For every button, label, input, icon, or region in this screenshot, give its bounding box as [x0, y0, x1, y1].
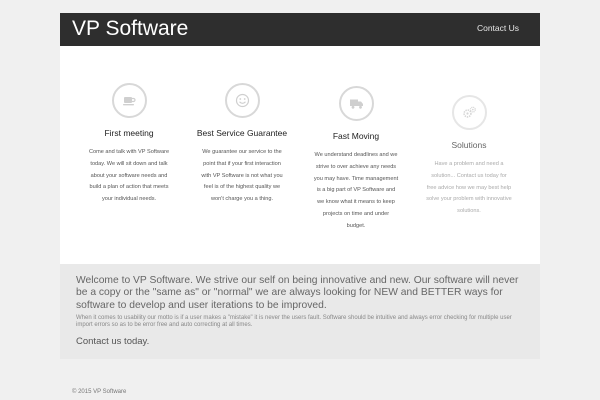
- feature-description: Have a problem and need a solution... Co…: [426, 161, 512, 215]
- feature-first-meeting: First meeting Come and talk with VP Soft…: [74, 83, 184, 206]
- feature-best-service: Best Service Guarantee We guarantee our …: [187, 83, 297, 206]
- feature-fast-moving: Fast Moving We understand deadlines and …: [301, 86, 411, 233]
- feature-title: First meeting: [104, 128, 154, 138]
- feature-title: Solutions: [451, 140, 487, 150]
- feature-solutions: Solutions Have a problem and need a solu…: [414, 95, 524, 218]
- contact-us-today-link[interactable]: Contact us today.: [76, 336, 149, 347]
- coffee-cup-icon: [111, 83, 147, 118]
- nav-contact-us-link[interactable]: Contact Us: [477, 23, 519, 33]
- feature-title: Best Service Guarantee: [196, 128, 288, 138]
- feature-title: Fast Moving: [332, 131, 380, 141]
- feature-description: Come and talk with VP Software today. We…: [88, 149, 170, 203]
- welcome-lead-text: Welcome to VP Software. We strive our se…: [76, 275, 519, 311]
- feature-description: We guarantee our service to the point th…: [201, 149, 283, 203]
- truck-icon: [338, 86, 374, 121]
- site-header: VP Software Contact Us: [60, 13, 540, 46]
- brand-logo-text[interactable]: VP Software: [72, 17, 188, 41]
- usability-text: When it comes to usability our motto is …: [76, 315, 512, 329]
- feature-description: We understand deadlines and we strive to…: [313, 152, 399, 229]
- footer-copyright: © 2015 VP Software: [72, 389, 127, 395]
- welcome-panel: Welcome to VP Software. We strive our se…: [60, 264, 540, 359]
- features-section: First meeting Come and talk with VP Soft…: [60, 46, 540, 264]
- gears-icon: [451, 95, 487, 130]
- smiley-icon: [224, 83, 260, 118]
